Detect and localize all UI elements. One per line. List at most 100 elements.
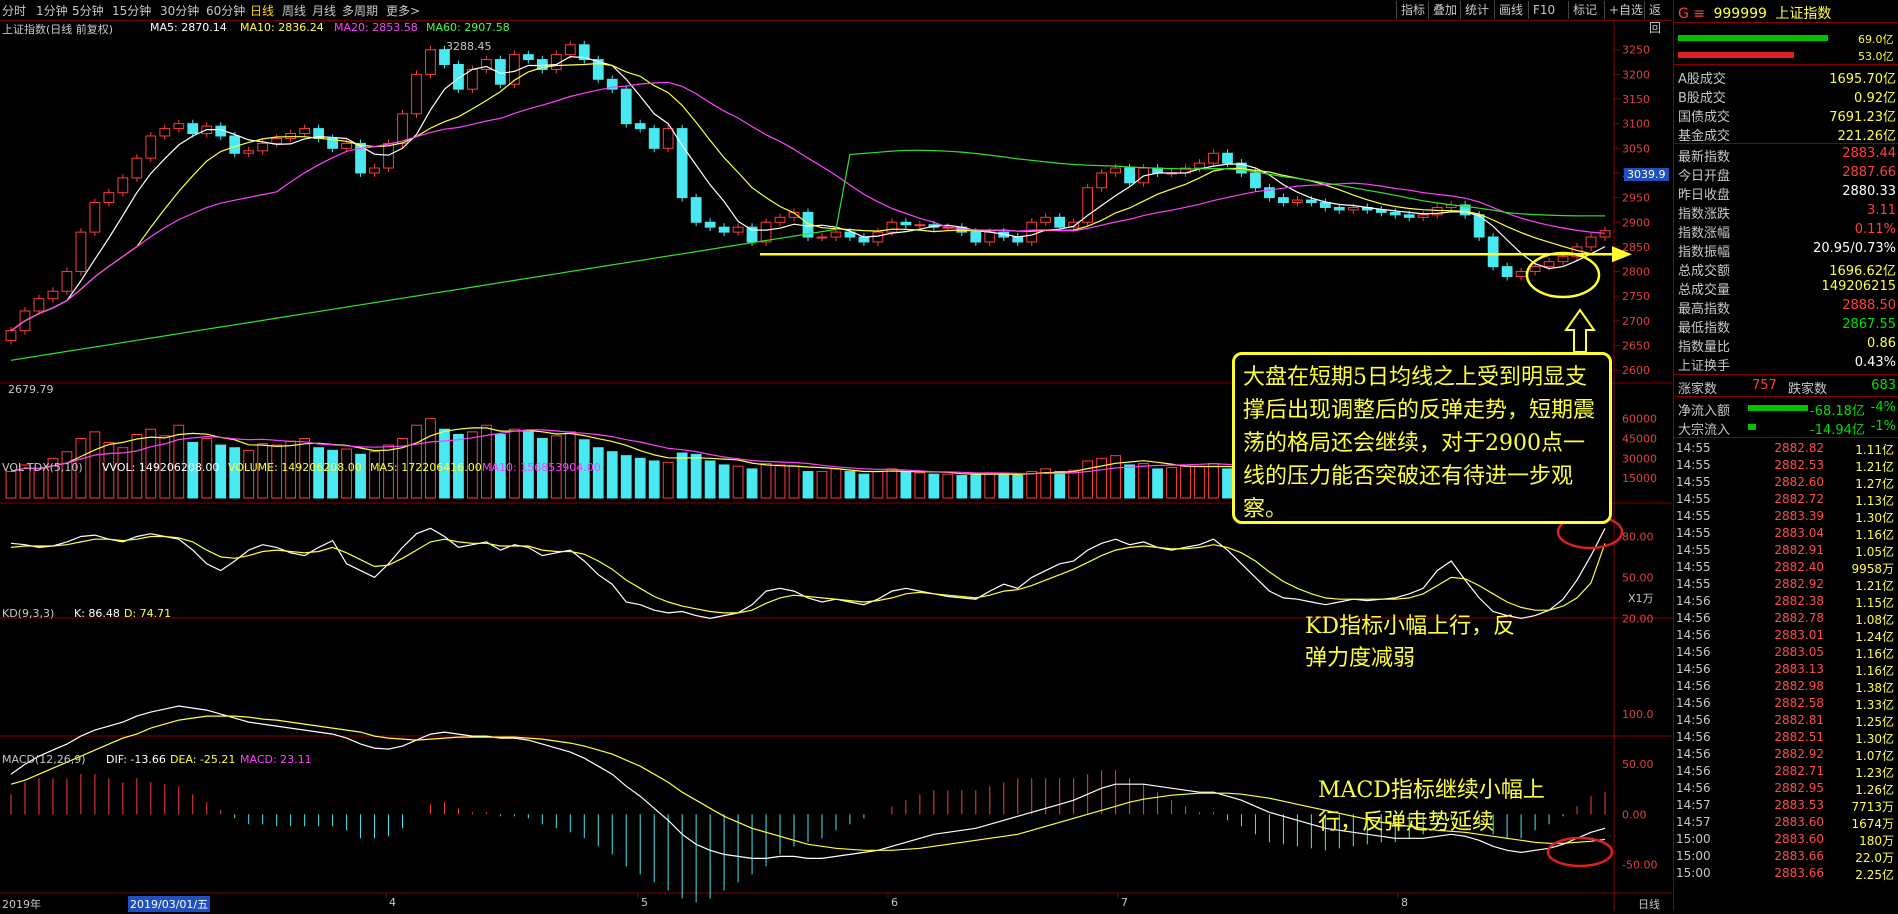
period-tab-3[interactable]: 15分钟 xyxy=(112,2,151,19)
volume-bar xyxy=(984,472,996,499)
price-axis-label: 3200 xyxy=(1622,68,1650,81)
toolbar-button-3[interactable]: 画线 xyxy=(1494,1,1527,19)
volume-bar xyxy=(243,449,255,499)
tick-price: 2883.13 xyxy=(1774,662,1824,676)
price-axis-label: 2800 xyxy=(1622,266,1650,279)
tick-row: 14:56 2883.13 1.16亿 xyxy=(1676,662,1896,678)
tick-row: 14:57 2883.60 1674万 xyxy=(1676,815,1896,831)
tick-time: 14:55 xyxy=(1676,560,1711,574)
period-tab-10[interactable]: 更多> xyxy=(386,2,420,19)
period-tab-4[interactable]: 30分钟 xyxy=(160,2,199,19)
tick-time: 14:55 xyxy=(1676,543,1711,557)
date-axis-period: 日线 xyxy=(1638,898,1660,911)
volume-bar xyxy=(327,449,338,499)
candle-body xyxy=(984,231,996,243)
tick-price: 2882.40 xyxy=(1774,560,1824,574)
stat-label: 今日开盘 xyxy=(1678,169,1731,184)
tick-volume: 1.38亿 xyxy=(1855,681,1894,695)
tick-price: 2882.72 xyxy=(1774,492,1824,506)
tick-row: 14:56 2882.98 1.38亿 xyxy=(1676,679,1896,695)
index-stat-row: 最新指数 2883.44 xyxy=(1678,146,1896,165)
volume-bar xyxy=(774,464,786,499)
volume-bar xyxy=(634,457,646,499)
price-axis-label: 2950 xyxy=(1622,192,1650,205)
stat-label: 上证换手 xyxy=(1678,359,1731,374)
candle-body xyxy=(1291,199,1303,204)
tick-time: 14:56 xyxy=(1676,628,1711,642)
tick-volume: 1.25亿 xyxy=(1855,715,1894,729)
up-count-value: 757 xyxy=(1752,378,1777,393)
macd-dea-label: DEA: -25.21 xyxy=(170,753,236,766)
kd-indicator-name: KD(9,3,3) xyxy=(2,607,55,620)
low-price-label: 2679.79 xyxy=(8,383,54,396)
volume-ma5-label: MA5: 172206416.00 xyxy=(370,461,482,474)
volume-bar xyxy=(1012,475,1024,499)
period-tab-2[interactable]: 5分钟 xyxy=(72,2,104,19)
price-axis-label: 2850 xyxy=(1622,241,1650,254)
tick-volume: 1.16亿 xyxy=(1855,647,1894,661)
volume-bar xyxy=(61,451,73,499)
period-tab-7[interactable]: 周线 xyxy=(282,2,306,19)
toolbar-button-1[interactable]: 叠加 xyxy=(1428,1,1461,19)
tick-time: 14:56 xyxy=(1676,611,1711,625)
ma20-line xyxy=(10,81,1606,332)
volume-bar xyxy=(1208,463,1219,499)
sell-strength-value: 53.0亿 xyxy=(1858,50,1894,63)
period-tab-9[interactable]: 多周期 xyxy=(342,2,378,19)
volume-bar xyxy=(620,455,632,499)
kd-note-line2: 弹力度减弱 xyxy=(1305,646,1416,671)
toolbar-button-6[interactable]: +自选 xyxy=(1604,1,1647,19)
tick-volume: 1.23亿 xyxy=(1855,766,1894,780)
candle-body xyxy=(1110,167,1122,174)
tick-price: 2882.92 xyxy=(1774,577,1824,591)
toolbar-button-7[interactable]: 返回 xyxy=(1644,1,1672,35)
tick-time: 14:55 xyxy=(1676,492,1711,506)
index-stat-row: 昨日收盘 2880.33 xyxy=(1678,184,1896,203)
candle-body xyxy=(89,202,101,233)
volume-indicator-name: VOL-TDX(5,10) xyxy=(2,461,83,474)
candle-body xyxy=(704,221,716,228)
tick-time: 14:56 xyxy=(1676,764,1711,778)
candle-body xyxy=(1529,266,1541,273)
period-tab-5[interactable]: 60分钟 xyxy=(206,2,245,19)
toolbar-button-4[interactable]: F10 xyxy=(1528,1,1559,19)
volume-bar xyxy=(425,418,436,499)
sell-strength-bar xyxy=(1678,52,1794,58)
period-tab-8[interactable]: 月线 xyxy=(312,2,336,19)
volume-bar xyxy=(1026,471,1038,499)
tick-price: 2882.91 xyxy=(1774,543,1824,557)
stat-value: 3.11 xyxy=(1867,203,1896,218)
candle-body xyxy=(1194,162,1205,169)
tick-price: 2882.82 xyxy=(1774,441,1824,455)
period-tab-1[interactable]: 1分钟 xyxy=(36,2,68,19)
toolbar-button-2[interactable]: 统计 xyxy=(1460,1,1493,19)
period-tab-0[interactable]: 分时 xyxy=(2,2,26,19)
toolbar-button-0[interactable]: 指标 xyxy=(1396,1,1429,19)
candle-body xyxy=(145,135,157,159)
up-count-label: 涨家数 xyxy=(1678,382,1718,397)
tick-volume: 1.13亿 xyxy=(1855,494,1894,508)
toolbar-button-5[interactable]: 标记 xyxy=(1568,1,1601,19)
volume-bar xyxy=(1152,468,1163,499)
candle-body xyxy=(522,54,534,61)
tick-time: 15:00 xyxy=(1676,866,1711,880)
stat-value: 221.26亿 xyxy=(1837,129,1897,144)
stat-label: B股成交 xyxy=(1678,91,1726,106)
macd-note-line1: MACD指标继续小幅上 xyxy=(1318,778,1545,803)
stat-label: 国债成交 xyxy=(1678,110,1731,125)
tick-volume: 1.11亿 xyxy=(1855,443,1894,457)
period-tab-6[interactable]: 日线 xyxy=(250,2,274,19)
ma20-label: MA20: 2853.58 xyxy=(334,21,418,34)
candle-body xyxy=(1250,172,1261,189)
tick-volume: 1.16亿 xyxy=(1855,528,1894,542)
tick-volume: 1674万 xyxy=(1851,817,1894,831)
volume-bar xyxy=(1222,468,1233,499)
kd-axis-label: 50.00 xyxy=(1622,571,1654,584)
stat-value: 0.11% xyxy=(1854,222,1896,237)
tick-time: 14:56 xyxy=(1676,679,1711,693)
price-axis-label: 2900 xyxy=(1622,216,1650,229)
volume-bar xyxy=(998,473,1010,499)
candle-body xyxy=(970,231,982,243)
candle-body xyxy=(886,221,898,233)
candle-body xyxy=(1124,167,1135,184)
